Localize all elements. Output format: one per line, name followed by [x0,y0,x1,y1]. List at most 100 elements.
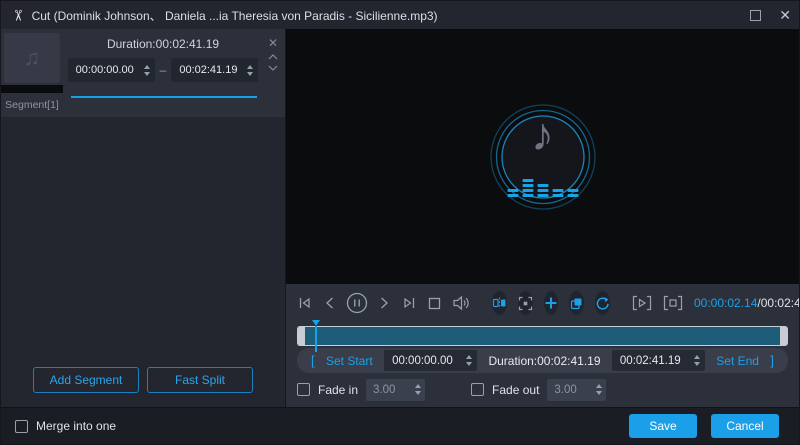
spinner-up-icon[interactable] [415,384,421,388]
skip-end-icon [401,295,417,311]
cut-window: ✂ Cut (Dominik Johnson、 Daniela ...ia Th… [0,0,800,445]
total-time: /00:02:41.19 [757,296,800,310]
spinner-down-icon[interactable] [466,362,472,366]
spinner-down-icon[interactable] [415,391,421,395]
segment-thumbnail: ♫ [4,33,60,83]
transport-bar: 00:00:02.14/00:02:41.19 [297,288,788,318]
spinner-up-icon[interactable] [247,65,253,69]
footer-bar: Merge into one Save Cancel [1,407,799,444]
segment-end-value[interactable] [179,64,243,76]
trim-end-handle[interactable] [780,327,787,345]
pause-icon [346,292,368,314]
segment-list-empty [1,117,285,367]
music-note-icon: ♫ [24,45,41,71]
fade-in-value[interactable] [373,384,411,396]
segment-item[interactable]: ♫ Segment[1] Duration:00:02:41.19 [1,29,285,117]
set-end-button[interactable]: Set End [716,354,759,368]
segment-time-inputs: – [67,58,259,82]
chevron-right-icon [379,296,390,310]
fade-out-checkbox[interactable] [471,383,484,396]
set-start-button[interactable]: Set Start [326,354,373,368]
fast-split-button[interactable]: Fast Split [147,367,253,393]
split-button[interactable] [492,291,507,315]
trim-start-input[interactable] [384,350,477,371]
spinner-up-icon[interactable] [694,355,700,359]
pause-button[interactable] [346,292,368,314]
segment-start-spinner[interactable] [144,65,150,76]
segment-label: Segment[1] [5,99,59,111]
bracket-stop-icon [663,295,683,311]
control-panel: 00:00:02.14/00:02:41.19 [286,284,799,407]
reset-icon [595,296,610,311]
play-segment-button[interactable] [632,295,652,311]
trim-end-value[interactable] [620,355,690,367]
segment-body: Duration:00:02:41.19 – [63,29,261,117]
stop-segment-button[interactable] [663,295,683,311]
fade-out-input[interactable] [547,379,606,401]
reset-button[interactable] [595,291,610,315]
merge-checkbox[interactable] [15,420,28,433]
spinner-down-icon[interactable] [596,391,602,395]
fade-in-spinner[interactable] [415,384,421,395]
speaker-icon [452,295,470,311]
time-display: 00:00:02.14/00:02:41.19 [694,296,800,310]
segment-start-value[interactable] [76,64,140,76]
next-frame-button[interactable] [401,295,417,311]
segment-delete-icon[interactable]: ✕ [268,37,278,49]
cancel-button[interactable]: Cancel [711,414,779,438]
volume-button[interactable] [452,295,470,311]
split-icon [492,296,507,310]
range-separator: – [160,63,167,77]
trim-start-handle[interactable] [298,327,305,345]
segment-start-input[interactable] [68,58,155,82]
footer-buttons: Save Cancel [629,414,779,438]
segment-move-down-icon[interactable] [268,65,278,71]
segment-end-input[interactable] [171,58,258,82]
skip-start-icon [297,295,313,311]
spinner-up-icon[interactable] [466,355,472,359]
chevron-left-icon [324,296,335,310]
copy-icon [569,296,584,311]
spinner-down-icon[interactable] [694,362,700,366]
player-area: ♪ [286,29,799,407]
merge-label: Merge into one [36,419,116,433]
add-split-point-button[interactable] [544,291,558,315]
spinner-up-icon[interactable] [144,65,150,69]
trim-end-input[interactable] [612,350,705,371]
fade-in-checkbox[interactable] [297,383,310,396]
scissors-icon: ✂ [10,9,25,22]
add-segment-button[interactable]: Add Segment [33,367,139,393]
segment-progress-bar [71,96,257,98]
fade-in-input[interactable] [366,379,425,401]
trim-end-spinner[interactable] [694,355,700,366]
trim-start-spinner[interactable] [466,355,472,366]
preview-area: ♪ [286,29,799,284]
snapshot-button[interactable] [518,291,533,315]
fade-out-spinner[interactable] [596,384,602,395]
open-bracket: [ [311,353,315,368]
playhead-line [315,326,317,352]
step-back-button[interactable] [324,296,335,310]
spinner-up-icon[interactable] [596,384,602,388]
fade-row: Fade in Fade out [297,377,788,402]
maximize-button[interactable] [750,10,761,21]
titlebar: ✂ Cut (Dominik Johnson、 Daniela ...ia Th… [1,1,799,29]
stop-icon [428,297,441,310]
fade-out-value[interactable] [554,384,592,396]
preview-music-note-icon: ♪ [531,109,554,160]
stop-button[interactable] [428,297,441,310]
segment-move-up-icon[interactable] [268,54,278,60]
timeline[interactable] [297,326,788,346]
close-bracket: ] [770,353,774,368]
save-button[interactable]: Save [629,414,697,438]
close-button[interactable]: ✕ [779,8,791,22]
playhead[interactable] [312,320,320,352]
copy-segment-button[interactable] [569,291,584,315]
spinner-down-icon[interactable] [247,72,253,76]
spinner-down-icon[interactable] [144,72,150,76]
trim-start-value[interactable] [392,355,462,367]
step-forward-button[interactable] [379,296,390,310]
segment-buttons: Add Segment Fast Split [1,367,285,407]
segment-end-spinner[interactable] [247,65,253,76]
prev-frame-button[interactable] [297,295,313,311]
